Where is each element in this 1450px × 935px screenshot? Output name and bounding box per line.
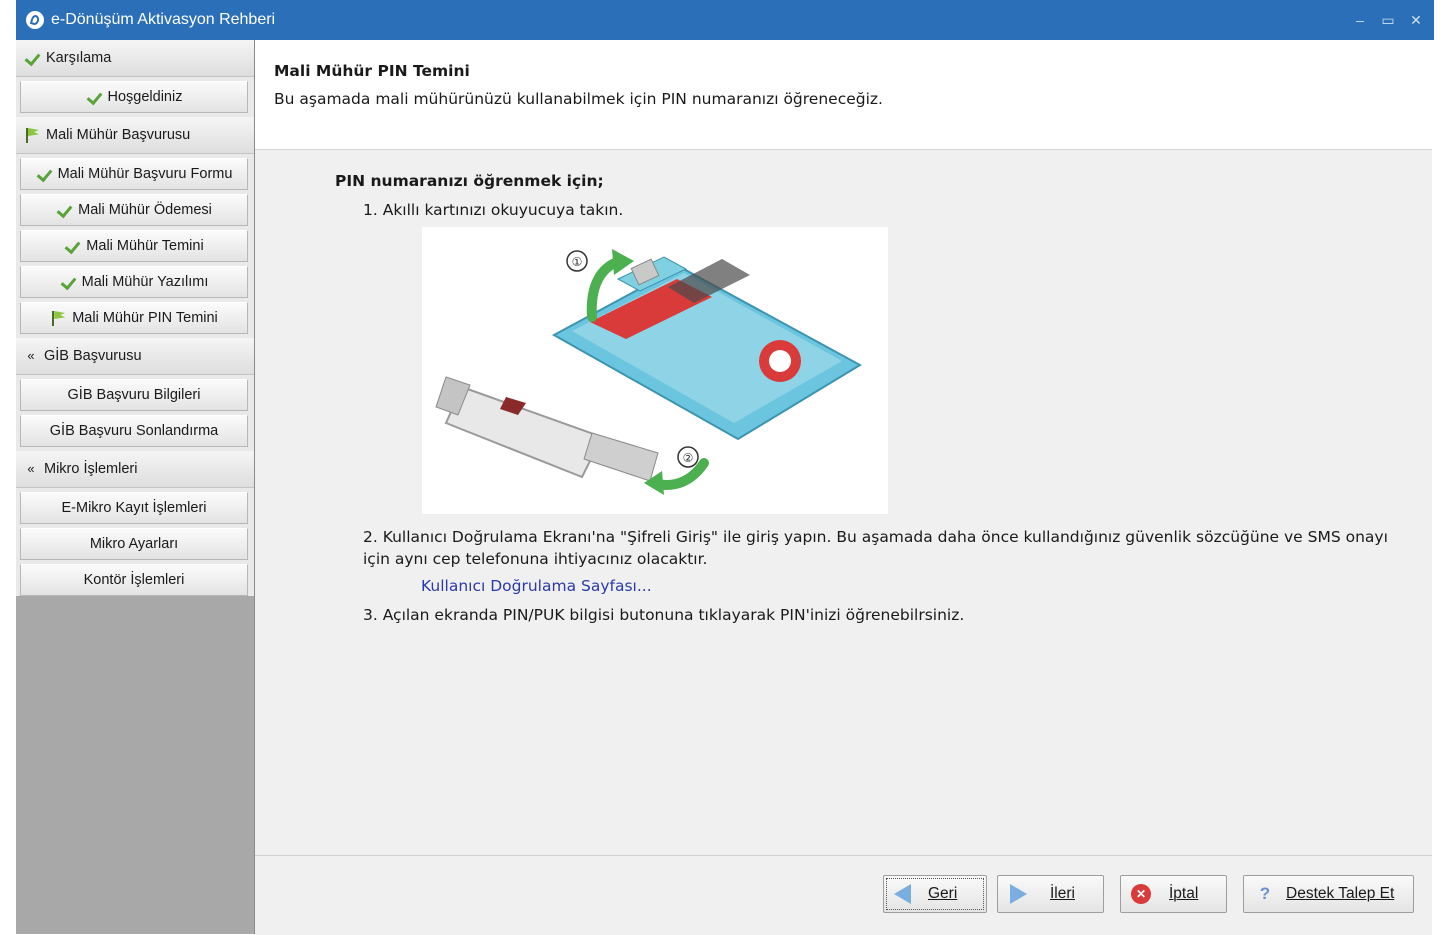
arrow-left-icon (894, 884, 911, 904)
sidebar-item-label: Mali Mühür Yazılımı (81, 274, 209, 290)
sidebar-item-label: Mali Mühür Ödemesi (78, 202, 212, 218)
flag-icon (50, 310, 66, 326)
illustration-mark-1: ① (572, 255, 583, 269)
support-request-button[interactable]: ? Destek Talep Et (1243, 875, 1414, 913)
chevron-down-icon: « (27, 348, 35, 363)
step-2-text: 2. Kullanıcı Doğrulama Ekranı'na "Şifrel… (363, 528, 1388, 568)
sidebar-menu: Karşılama Hoşgeldiniz Mali Mühür Başvuru… (16, 40, 254, 596)
sidebar-item-basvuru-formu[interactable]: Mali Mühür Başvuru Formu (20, 158, 248, 190)
sidebar-item-gib-sonlandirma[interactable]: GİB Başvuru Sonlandırma (20, 415, 248, 447)
help-icon: ? (1259, 884, 1271, 903)
sidebar-item-label: Mikro Ayarları (89, 536, 179, 552)
sidebar-item-hosgeldiniz[interactable]: Hoşgeldiniz (20, 81, 248, 113)
smart-card-usb-illustration: ① ② (422, 227, 888, 514)
check-icon (56, 203, 72, 217)
sidebar-section-label: Mali Mühür Başvurusu (46, 127, 191, 143)
support-button-label: Destek Talep Et (1286, 885, 1395, 902)
check-icon (36, 167, 52, 181)
sidebar-item-gib-bilgileri[interactable]: GİB Başvuru Bilgileri (20, 379, 248, 411)
back-button-label: Geri (928, 885, 958, 902)
sidebar-section-label: Mikro İşlemleri (44, 461, 138, 477)
check-icon (60, 275, 76, 289)
sidebar-item-yazilimi[interactable]: Mali Mühür Yazılımı (20, 266, 248, 298)
sidebar-item-pin-temini[interactable]: Mali Mühür PIN Temini (20, 302, 248, 334)
window-controls: – ▭ ✕ (1352, 12, 1424, 29)
chevron-down-icon: « (27, 461, 35, 476)
instructions-heading: PIN numaranızı öğrenmek için; (335, 172, 604, 190)
next-button-label: İleri (1050, 885, 1075, 902)
sidebar-section-mali-muhur-basvurusu[interactable]: Mali Mühür Başvurusu (16, 117, 254, 154)
sidebar-item-label: Mali Mühür Başvuru Formu (57, 166, 233, 182)
app-logo-icon (26, 11, 44, 29)
cancel-button-label: İptal (1169, 885, 1199, 902)
sidebar-item-label: Hoşgeldiniz (107, 89, 183, 105)
instructions-panel: PIN numaranızı öğrenmek için; 1. Akıllı … (255, 150, 1432, 855)
sidebar-item-label: E-Mikro Kayıt İşlemleri (61, 500, 207, 516)
page-subtitle: Bu aşamada mali mühürünüzü kullanabilmek… (274, 90, 883, 108)
step-1-text: 1. Akıllı kartınızı okuyucuya takın. (363, 201, 624, 219)
arrow-right-icon (1010, 884, 1027, 904)
sidebar-item-odemesi[interactable]: Mali Mühür Ödemesi (20, 194, 248, 226)
close-icon[interactable]: ✕ (1408, 12, 1424, 28)
user-verification-link[interactable]: Kullanıcı Doğrulama Sayfası... (421, 577, 652, 595)
illustration-mark-2: ② (683, 451, 694, 465)
sidebar-item-label: Mali Mühür PIN Temini (72, 310, 218, 326)
sidebar-item-label: GİB Başvuru Bilgileri (67, 387, 201, 403)
window-title: e-Dönüşüm Aktivasyon Rehberi (51, 11, 276, 28)
sidebar: Karşılama Hoşgeldiniz Mali Mühür Başvuru… (16, 40, 255, 934)
flag-icon (24, 127, 40, 143)
cancel-button[interactable]: ✕ İptal (1120, 875, 1227, 913)
wizard-footer: Geri İleri ✕ İptal ? Destek Talep Et (255, 855, 1432, 935)
title-bar: e-Dönüşüm Aktivasyon Rehberi – ▭ ✕ (16, 0, 1434, 40)
sidebar-item-label: Mali Mühür Temini (86, 238, 204, 254)
cancel-icon: ✕ (1131, 884, 1151, 904)
sidebar-section-karsilama[interactable]: Karşılama (16, 40, 254, 77)
sidebar-section-label: GİB Başvurusu (44, 348, 142, 364)
check-icon (86, 90, 102, 104)
page-title: Mali Mühür PIN Temini (274, 62, 470, 80)
next-button[interactable]: İleri (997, 875, 1104, 913)
sidebar-item-temini[interactable]: Mali Mühür Temini (20, 230, 248, 262)
sidebar-item-label: GİB Başvuru Sonlandırma (49, 423, 219, 439)
card-reader-image: ① ② (435, 249, 863, 495)
sidebar-item-label: Kontör İşlemleri (83, 572, 185, 588)
check-icon (64, 239, 80, 253)
minimize-icon[interactable]: – (1352, 12, 1368, 28)
maximize-icon[interactable]: ▭ (1380, 12, 1396, 28)
check-icon (24, 51, 40, 65)
step-3-text: 3. Açılan ekranda PIN/PUK bilgisi butonu… (363, 606, 965, 624)
sidebar-item-e-mikro-kayit[interactable]: E-Mikro Kayıt İşlemleri (20, 492, 248, 524)
sidebar-section-gib-basvurusu[interactable]: « GİB Başvurusu (16, 338, 254, 375)
sidebar-section-mikro-islemleri[interactable]: « Mikro İşlemleri (16, 451, 254, 488)
back-button[interactable]: Geri (883, 875, 987, 913)
sidebar-section-label: Karşılama (46, 50, 112, 66)
page-header: Mali Mühür PIN Temini Bu aşamada mali mü… (255, 40, 1432, 150)
sidebar-item-kontor-islemleri[interactable]: Kontör İşlemleri (20, 564, 248, 596)
sidebar-item-mikro-ayarlari[interactable]: Mikro Ayarları (20, 528, 248, 560)
